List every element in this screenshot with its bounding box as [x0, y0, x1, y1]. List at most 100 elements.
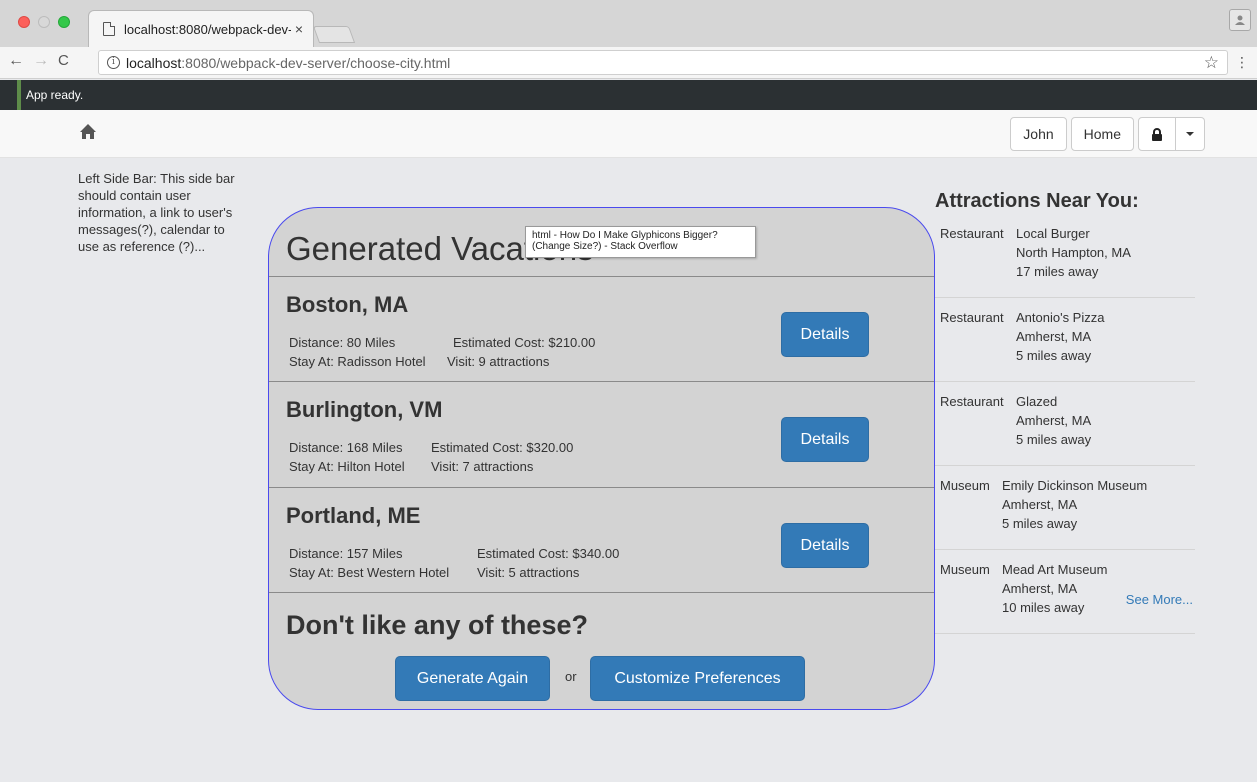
url-path: :8080/webpack-dev-server/choose-city.htm…	[181, 54, 451, 71]
attractions-sidebar: Attractions Near You: Restaurant Local B…	[935, 190, 1195, 634]
lock-dropdown	[1138, 117, 1205, 151]
regenerate-heading: Don't like any of these?	[286, 610, 588, 640]
minimize-window-icon[interactable]	[38, 16, 50, 28]
vacation-line: Distance: 80 Miles Estimated Cost: $210.…	[289, 335, 595, 350]
browser-titlebar: localhost:8080/webpack-dev- ×	[0, 0, 1257, 47]
vacation-line: Stay At: Best Western Hotel Visit: 5 att…	[289, 565, 579, 580]
attraction-location: Amherst, MA	[1016, 329, 1092, 344]
attraction-type: Restaurant	[940, 394, 1004, 409]
left-sidebar: Left Side Bar: This side bar should cont…	[78, 170, 238, 255]
profile-icon[interactable]	[1229, 9, 1251, 31]
attraction-distance: 5 miles away	[1016, 432, 1092, 447]
vacation-city: Boston, MA	[286, 292, 409, 317]
attraction-location: Amherst, MA	[1002, 497, 1078, 512]
vacation-cost: Estimated Cost: $320.00	[431, 440, 574, 455]
details-button[interactable]: Details	[781, 523, 869, 568]
lock-button[interactable]	[1138, 117, 1176, 151]
vacation-row: Portland, ME Distance: 157 Miles Estimat…	[269, 487, 934, 592]
or-label: or	[565, 669, 577, 684]
maximize-window-icon[interactable]	[58, 16, 70, 28]
address-bar[interactable]: i localhost:8080/webpack-dev-server/choo…	[98, 50, 1228, 75]
attraction-item: Restaurant Glazed Amherst, MA 5 miles aw…	[935, 392, 1195, 466]
details-button[interactable]: Details	[781, 417, 869, 462]
tab-close-icon[interactable]: ×	[295, 21, 303, 37]
attraction-type: Restaurant	[940, 310, 1004, 325]
attraction-name-link[interactable]: Glazed	[1016, 392, 1091, 411]
browser-tab[interactable]: localhost:8080/webpack-dev- ×	[88, 10, 314, 47]
attraction-name-link[interactable]: Antonio's Pizza	[1016, 308, 1104, 327]
generate-again-button[interactable]: Generate Again	[395, 656, 550, 701]
attraction-distance: 5 miles away	[1002, 516, 1078, 531]
caret-down-icon	[1186, 132, 1194, 136]
lock-icon	[1152, 127, 1162, 141]
tooltip: html - How Do I Make Glyphicons Bigger? …	[525, 226, 756, 258]
url-host: localhost	[126, 54, 182, 71]
attraction-info: Glazed Amherst, MA 5 miles away	[1016, 392, 1091, 449]
navbar-actions: John Home	[1010, 117, 1205, 151]
vacation-distance: Distance: 157 Miles	[289, 546, 403, 561]
generated-vacations-card: Generated Vacations Boston, MA Distance:…	[268, 207, 935, 710]
vacation-row: Boston, MA Distance: 80 Miles Estimated …	[269, 276, 934, 381]
forward-icon[interactable]: →	[33, 52, 49, 70]
vacation-city: Portland, ME	[286, 503, 421, 528]
attraction-distance: 17 miles away	[1016, 264, 1099, 279]
vacation-line: Stay At: Hilton Hotel Visit: 7 attractio…	[289, 459, 533, 474]
attraction-info: Emily Dickinson Museum Amherst, MA 5 mil…	[1002, 476, 1147, 533]
attraction-type: Museum	[940, 478, 990, 493]
attraction-type: Restaurant	[940, 226, 1004, 241]
browser-menu-icon[interactable]: ⋮	[1235, 54, 1249, 71]
attraction-distance: 10 miles away	[1002, 600, 1085, 615]
attraction-info: Local Burger North Hampton, MA 17 miles …	[1016, 224, 1131, 281]
dropdown-toggle-button[interactable]	[1176, 117, 1205, 151]
page-icon	[103, 22, 115, 36]
vacation-stay: Stay At: Best Western Hotel	[289, 565, 450, 580]
info-icon[interactable]: i	[107, 56, 120, 69]
app-navbar: John Home	[0, 110, 1257, 158]
vacation-stay: Stay At: Hilton Hotel	[289, 459, 405, 474]
vacation-line: Distance: 168 Miles Estimated Cost: $320…	[289, 440, 573, 455]
tab-title: localhost:8080/webpack-dev-	[124, 21, 291, 37]
attraction-info: Antonio's Pizza Amherst, MA 5 miles away	[1016, 308, 1104, 365]
vacation-visit: Visit: 9 attractions	[447, 354, 550, 369]
user-button[interactable]: John	[1010, 117, 1067, 151]
vacation-line: Distance: 157 Miles Estimated Cost: $340…	[289, 546, 619, 561]
new-tab-button[interactable]	[312, 26, 356, 43]
bookmark-star-icon[interactable]: ☆	[1204, 53, 1219, 73]
attraction-name-link[interactable]: Local Burger	[1016, 224, 1131, 243]
vacation-distance: Distance: 168 Miles	[289, 440, 403, 455]
vacation-row: Burlington, VM Distance: 168 Miles Estim…	[269, 381, 934, 486]
attraction-info: Mead Art Museum Amherst, MA 10 miles awa…	[1002, 560, 1108, 617]
attraction-name-link[interactable]: Emily Dickinson Museum	[1002, 476, 1147, 495]
browser-toolbar: ← → C i localhost:8080/webpack-dev-serve…	[0, 47, 1257, 79]
vacation-visit: Visit: 7 attractions	[431, 459, 534, 474]
close-window-icon[interactable]	[18, 16, 30, 28]
back-icon[interactable]: ←	[8, 52, 24, 70]
attraction-name-link[interactable]: Mead Art Museum	[1002, 560, 1108, 579]
see-more-link[interactable]: See More...	[1126, 592, 1193, 607]
attraction-location: North Hampton, MA	[1016, 245, 1131, 260]
home-button[interactable]: Home	[1070, 117, 1134, 151]
details-button[interactable]: Details	[781, 312, 869, 357]
regenerate-section: Don't like any of these? Generate Again …	[269, 592, 934, 709]
attraction-item: Restaurant Local Burger North Hampton, M…	[935, 224, 1195, 298]
vacation-city: Burlington, VM	[286, 397, 443, 422]
vacation-stay: Stay At: Radisson Hotel	[289, 354, 426, 369]
vacation-cost: Estimated Cost: $340.00	[477, 546, 620, 561]
customize-preferences-button[interactable]: Customize Preferences	[590, 656, 805, 701]
attractions-title: Attractions Near You:	[935, 190, 1139, 212]
left-sidebar-text: Left Side Bar: This side bar should cont…	[78, 171, 235, 254]
attraction-item: Museum Emily Dickinson Museum Amherst, M…	[935, 476, 1195, 550]
vacation-visit: Visit: 5 attractions	[477, 565, 580, 580]
attraction-location: Amherst, MA	[1002, 581, 1078, 596]
attraction-item: Restaurant Antonio's Pizza Amherst, MA 5…	[935, 308, 1195, 382]
vacation-distance: Distance: 80 Miles	[289, 335, 396, 350]
home-icon[interactable]	[79, 123, 97, 141]
status-text: App ready.	[26, 88, 84, 102]
vacation-cost: Estimated Cost: $210.00	[453, 335, 596, 350]
attraction-type: Museum	[940, 562, 990, 577]
status-bar: App ready.	[0, 80, 1257, 110]
vacation-line: Stay At: Radisson Hotel Visit: 9 attract…	[289, 354, 549, 369]
attraction-distance: 5 miles away	[1016, 348, 1092, 363]
attraction-location: Amherst, MA	[1016, 413, 1092, 428]
reload-icon[interactable]: C	[58, 52, 69, 69]
